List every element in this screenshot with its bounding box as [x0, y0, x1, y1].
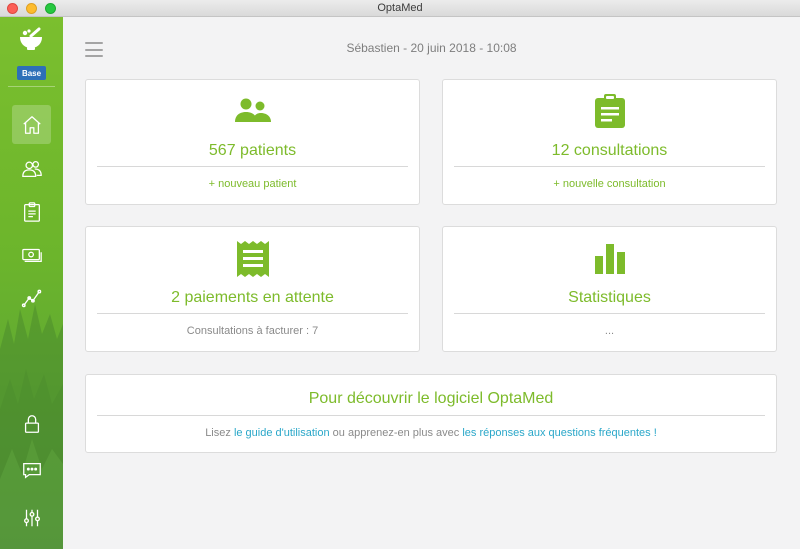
discover-text-middle: ou apprenez-en plus avec: [332, 427, 460, 439]
mortar-pestle-icon: [20, 27, 42, 50]
patients-count: 567 patients: [208, 142, 297, 159]
minimize-window-button[interactable]: [26, 3, 37, 14]
sidebar-item-home[interactable]: [12, 105, 51, 144]
sidebar-item-settings[interactable]: [12, 498, 51, 537]
card-divider: [97, 166, 408, 167]
statistics-card[interactable]: Statistiques ...: [442, 226, 777, 352]
sidebar-item-lock[interactable]: [12, 404, 51, 443]
new-patient-link[interactable]: + nouveau patient: [86, 178, 419, 190]
discover-text-start: Lisez: [205, 427, 231, 439]
statistics-placeholder: ...: [604, 325, 615, 337]
sidebar-item-statistics[interactable]: [12, 278, 51, 317]
chat-icon: [22, 462, 41, 479]
pending-payments: 2 paiements en attente: [171, 289, 334, 306]
bar-chart-icon: [594, 244, 625, 274]
plan-badge: Base: [17, 66, 46, 80]
statistics-title: Statistiques: [568, 289, 651, 306]
sidebar-divider: [8, 86, 55, 87]
zoom-window-button[interactable]: [45, 3, 56, 14]
discover-title: Pour découvrir le logiciel OptaMed: [308, 390, 554, 407]
clipboard-icon: [594, 94, 625, 128]
main-content: Sébastien - 20 juin 2018 - 10:08 567 pat…: [63, 17, 800, 549]
sidebar-item-messages[interactable]: [12, 450, 51, 489]
title-bar: OptaMed: [0, 0, 800, 17]
card-divider: [454, 313, 765, 314]
payments-card[interactable]: 2 paiements en attente Consultations à f…: [85, 226, 420, 352]
sidebar-item-payments[interactable]: [12, 235, 51, 274]
window-controls: [7, 3, 56, 14]
window-title: OptaMed: [377, 2, 423, 14]
users-icon: [21, 160, 42, 177]
card-divider: [97, 313, 408, 314]
users-icon: [234, 98, 271, 122]
sidebar-item-consultations[interactable]: [12, 192, 51, 231]
faq-link[interactable]: les réponses aux questions fréquentes !: [462, 427, 656, 439]
clipboard-icon: [23, 201, 40, 222]
lock-icon: [24, 414, 39, 433]
card-divider: [454, 166, 765, 167]
chart-line-icon: [21, 289, 41, 307]
consultations-count: 12 consultations: [551, 142, 668, 159]
patients-card[interactable]: 567 patients + nouveau patient: [85, 79, 420, 205]
sidebar-item-patients[interactable]: [12, 149, 51, 188]
close-window-button[interactable]: [7, 3, 18, 14]
money-icon: [21, 248, 42, 262]
discover-card: Pour découvrir le logiciel OptaMed Lisez…: [85, 374, 777, 453]
sidebar: Base: [0, 17, 63, 549]
sliders-icon: [23, 509, 40, 526]
home-icon: [22, 115, 41, 134]
receipt-icon: [236, 241, 269, 277]
session-info: Sébastien - 20 juin 2018 - 10:08: [346, 41, 517, 55]
card-divider: [97, 415, 765, 416]
user-guide-link[interactable]: le guide d'utilisation: [234, 427, 330, 439]
consultations-card[interactable]: 12 consultations + nouvelle consultation: [442, 79, 777, 205]
consultations-to-bill: Consultations à facturer : 7: [186, 325, 319, 337]
new-consultation-link[interactable]: + nouvelle consultation: [443, 178, 776, 190]
discover-text: Lisez le guide d'utilisation ou apprenez…: [86, 427, 776, 439]
